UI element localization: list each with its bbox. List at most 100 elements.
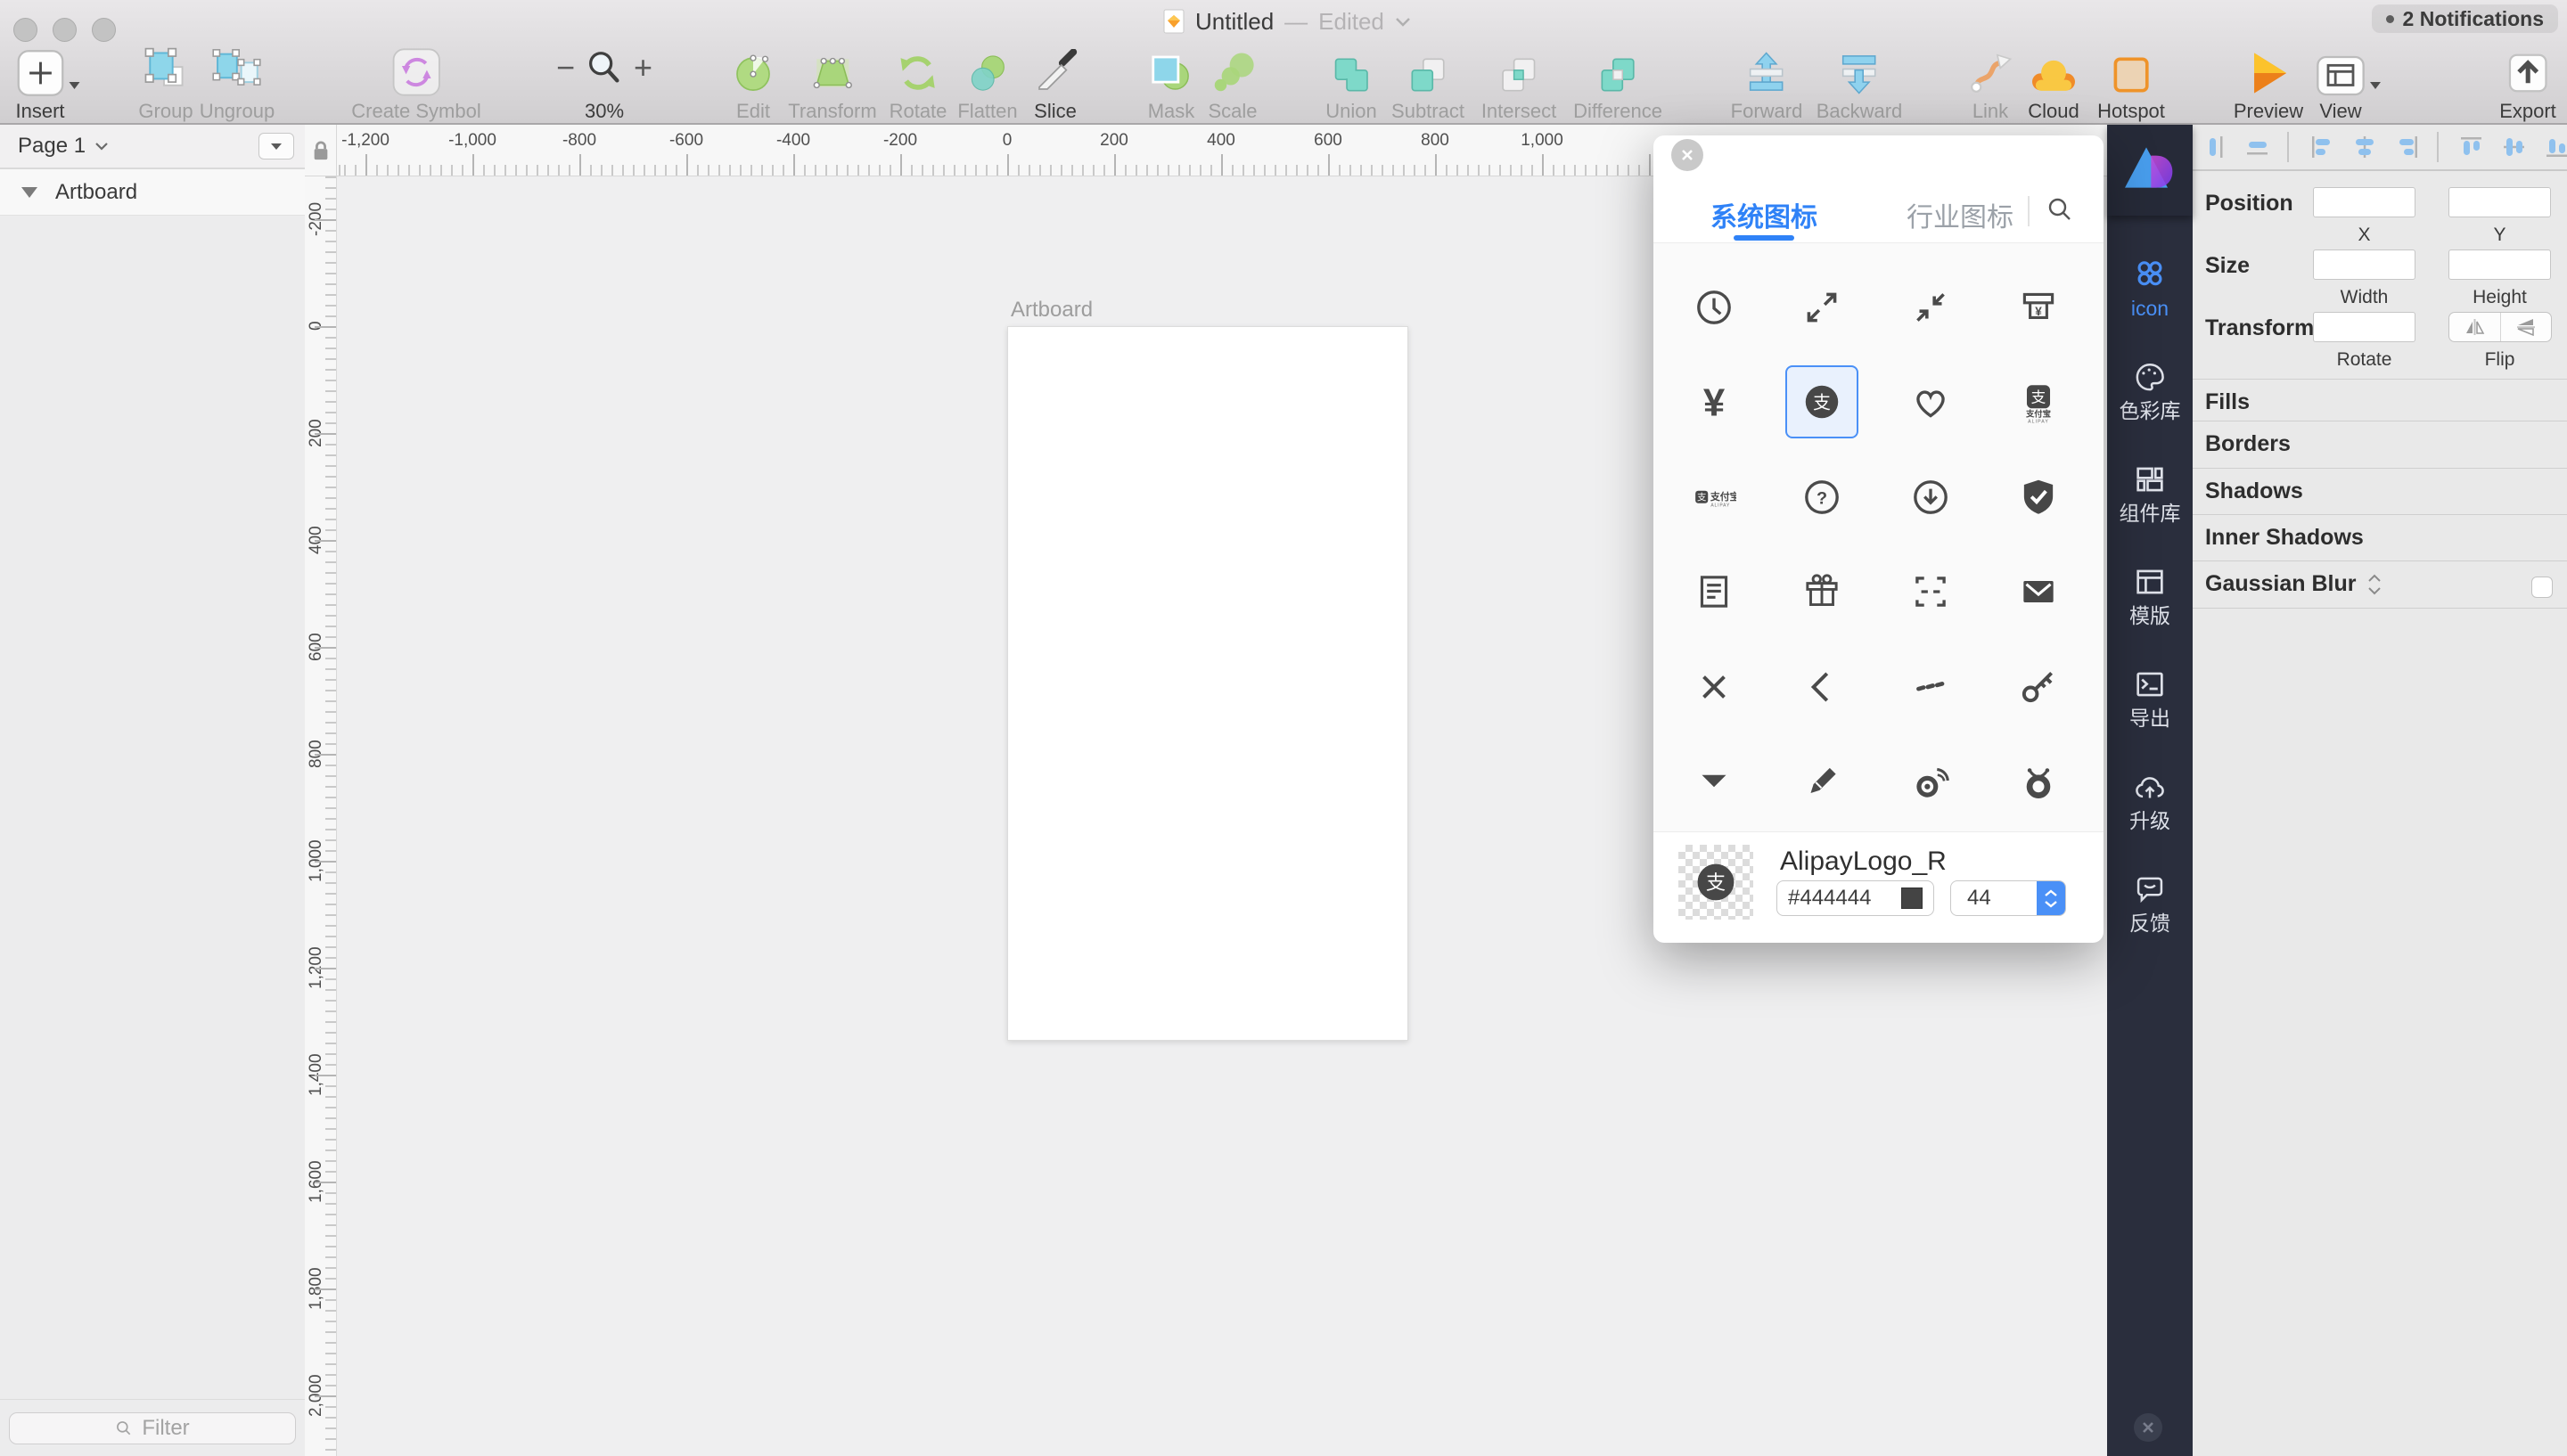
grid-icon-shield-check[interactable] [2002, 461, 2075, 534]
filter-input[interactable]: Filter [9, 1412, 296, 1444]
grid-icon-back[interactable] [1785, 650, 1858, 724]
page-list-button[interactable] [258, 133, 294, 160]
grid-icon-key[interactable] [2002, 650, 2075, 724]
toolbar-link[interactable]: Link [1966, 36, 2014, 121]
plugin-logo-icon[interactable] [2121, 139, 2178, 196]
grid-icon-cash-machine[interactable] [2002, 271, 2075, 344]
grid-icon-expand[interactable] [1785, 271, 1858, 344]
toolbar-view[interactable]: View [2316, 36, 2366, 121]
title-chevron-icon[interactable] [1395, 17, 1411, 27]
grid-icon-mail[interactable] [2002, 555, 2075, 628]
width-field[interactable] [2313, 249, 2415, 280]
toolbar-flatten[interactable]: Flatten [957, 36, 1017, 121]
toolbar-group[interactable]: Group [138, 36, 193, 121]
toolbar-ungroup[interactable]: Ungroup [200, 36, 275, 121]
shadows-section-header[interactable]: Shadows [2205, 479, 2303, 504]
toolbar-transform[interactable]: Transform [788, 36, 876, 121]
inner-shadows-section-header[interactable]: Inner Shadows [2205, 525, 2364, 551]
color-swatch[interactable] [1901, 888, 1923, 909]
dock-item-feedback[interactable]: 反馈 [2107, 871, 2193, 934]
toolbar-edit[interactable]: Edit [729, 36, 777, 121]
toolbar-slice[interactable]: Slice [1031, 36, 1079, 121]
grid-icon-collapse[interactable] [1894, 271, 1967, 344]
layer-item-artboard[interactable]: Artboard [0, 169, 305, 216]
position-x-field[interactable] [2313, 187, 2415, 217]
grid-icon-more[interactable] [1894, 650, 1967, 724]
zoom-window-button[interactable] [92, 18, 116, 42]
toolbar-subtract[interactable]: Subtract [1391, 36, 1464, 121]
color-input[interactable]: #444444 [1776, 880, 1934, 916]
toolbar-cloud[interactable]: Cloud [2028, 36, 2079, 121]
grid-icon-ant[interactable] [2002, 745, 2075, 818]
artboard[interactable] [1007, 326, 1408, 1041]
flip-vertical-button[interactable] [2501, 313, 2552, 341]
size-stepper[interactable] [2037, 880, 2065, 916]
toolbar-difference[interactable]: Difference [1573, 36, 1662, 121]
size-input[interactable]: 44 [1950, 880, 2066, 916]
height-field[interactable] [2448, 249, 2551, 280]
grid-icon-gift[interactable] [1785, 555, 1858, 628]
dock-item-icon-library[interactable]: icon [2107, 257, 2193, 319]
position-y-field[interactable] [2448, 187, 2551, 217]
align-middle-icon[interactable] [2501, 134, 2524, 160]
toolbar-hotspot[interactable]: Hotspot [2097, 36, 2165, 121]
grid-icon-weibo[interactable] [1894, 745, 1967, 818]
artboard-title[interactable]: Artboard [1011, 298, 1093, 323]
distribute-vertically-icon[interactable] [2244, 134, 2268, 160]
grid-icon-caret-down[interactable] [1677, 745, 1751, 818]
grid-icon-yen[interactable] [1677, 365, 1751, 438]
align-top-icon[interactable] [2458, 134, 2481, 160]
group-icon [140, 38, 192, 97]
dock-item-upgrade[interactable]: 升级 [2107, 769, 2193, 831]
toolbar-preview[interactable]: Preview [2234, 36, 2303, 121]
grid-icon-download[interactable] [1894, 461, 1967, 534]
grid-icon-close[interactable] [1677, 650, 1751, 724]
page-selector[interactable]: Page 1 [18, 134, 86, 159]
lock-icon[interactable] [311, 140, 331, 161]
dock-item-color-library[interactable]: 色彩库 [2107, 359, 2193, 421]
borders-section-header[interactable]: Borders [2205, 431, 2291, 457]
disclosure-triangle-icon[interactable] [21, 187, 37, 198]
rotate-field[interactable] [2313, 312, 2415, 342]
zoom-out-button[interactable]: − [556, 52, 575, 84]
toolbar-zoom[interactable]: − + 30% [556, 36, 652, 121]
dock-item-export[interactable]: 导出 [2107, 667, 2193, 729]
toolbar-rotate[interactable]: Rotate [890, 36, 947, 121]
align-center-horizontal-icon[interactable] [2351, 134, 2374, 160]
dock-item-component-library[interactable]: 组件库 [2107, 462, 2193, 524]
view-caret-icon [2369, 81, 2382, 90]
grid-icon-alipay-app[interactable] [2002, 365, 2075, 438]
toolbar-create-symbol[interactable]: Create Symbol [351, 36, 481, 121]
grid-icon-alipay-horizontal[interactable] [1677, 461, 1751, 534]
align-left-icon[interactable] [2309, 134, 2332, 160]
toolbar-union[interactable]: Union [1325, 36, 1376, 121]
flip-horizontal-button[interactable] [2449, 313, 2501, 341]
grid-icon-bill[interactable] [1677, 555, 1751, 628]
toolbar-backward[interactable]: Backward [1817, 36, 1903, 121]
dock-item-templates[interactable]: 模版 [2107, 564, 2193, 626]
grid-icon-help[interactable] [1785, 461, 1858, 534]
grid-icon-clock[interactable] [1677, 271, 1751, 344]
grid-icon-scan[interactable] [1894, 555, 1967, 628]
grid-icon-edit-pencil[interactable] [1785, 745, 1858, 818]
export-icon [2504, 38, 2552, 97]
zoom-in-button[interactable]: + [634, 52, 652, 84]
toolbar-forward[interactable]: Forward [1731, 36, 1803, 121]
toolbar-export[interactable]: Export [2499, 36, 2556, 121]
toolbar-scale[interactable]: Scale [1208, 36, 1258, 121]
grid-icon-alipay-logo[interactable] [1785, 365, 1858, 438]
notifications-badge[interactable]: 2 Notifications [2372, 4, 2558, 33]
distribute-horizontally-icon[interactable] [2202, 134, 2225, 160]
toolbar-insert[interactable]: Insert [15, 36, 64, 121]
page-chevron-icon[interactable] [94, 142, 109, 151]
gaussian-blur-section-header[interactable]: Gaussian Blur [2205, 571, 2382, 597]
toolbar-mask[interactable]: Mask [1147, 36, 1195, 121]
grid-icon-heart[interactable] [1894, 365, 1967, 438]
fills-section-header[interactable]: Fills [2205, 389, 2250, 415]
blur-type-stepper-icon[interactable] [2367, 574, 2382, 595]
dock-close-button[interactable] [2134, 1413, 2162, 1442]
gaussian-blur-checkbox[interactable] [2531, 577, 2553, 598]
align-right-icon[interactable] [2394, 134, 2417, 160]
toolbar-intersect[interactable]: Intersect [1481, 36, 1556, 121]
align-bottom-icon[interactable] [2544, 134, 2567, 160]
